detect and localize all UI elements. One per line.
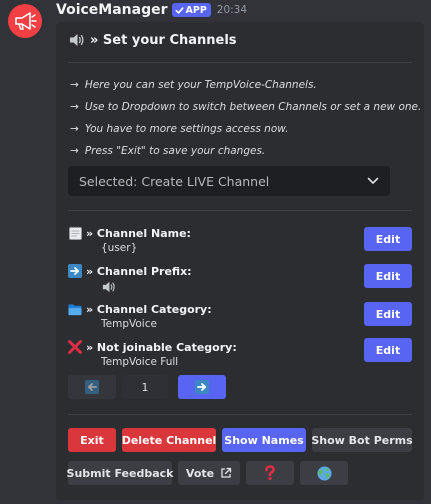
page-indicator: 1 xyxy=(122,375,168,399)
info-line: → Press "Exit" to save your changes. xyxy=(70,145,266,157)
field-channel-category: » Channel Category: TempVoice xyxy=(68,302,212,330)
vote-label: Vote xyxy=(185,466,215,480)
timestamp: 20:34 xyxy=(216,4,248,16)
next-page-button[interactable] xyxy=(178,375,226,399)
divider xyxy=(68,210,412,211)
right-arrow-icon xyxy=(195,380,209,394)
field-name-label: » Channel Prefix: xyxy=(86,264,192,278)
field-channel-prefix: » Channel Prefix: xyxy=(68,264,192,297)
dropdown-selected-value: Selected: Create LIVE Channel xyxy=(79,173,270,189)
arrow-icon: → xyxy=(70,123,79,135)
field-name-label: » Not joinable Category: xyxy=(86,340,237,354)
chevron-down-icon xyxy=(367,177,379,184)
notepad-icon xyxy=(68,226,82,240)
app-badge: APP xyxy=(171,3,211,17)
speaker-icon xyxy=(68,32,86,48)
field-name-label: » Channel Name: xyxy=(86,226,191,240)
folder-icon xyxy=(68,302,82,316)
info-line: → Use to Dropdown to switch between Chann… xyxy=(70,101,422,113)
right-arrow-emoji-icon xyxy=(68,264,82,278)
arrow-icon: → xyxy=(70,145,79,157)
speaker-icon xyxy=(102,281,115,293)
checkmark-icon xyxy=(175,6,184,14)
embed-title-text: » Set your Channels xyxy=(90,32,237,48)
help-button[interactable] xyxy=(246,461,294,485)
edit-channel-name-button[interactable]: Edit xyxy=(364,227,412,251)
show-names-button[interactable]: Show Names xyxy=(222,428,306,452)
left-arrow-icon xyxy=(85,380,99,394)
field-channel-name: » Channel Name: {user} xyxy=(68,226,191,254)
globe-icon xyxy=(316,465,332,481)
website-button[interactable] xyxy=(300,461,348,485)
vote-button[interactable]: Vote xyxy=(178,461,240,485)
question-mark-icon xyxy=(265,465,275,481)
delete-channel-button[interactable]: Delete Channel xyxy=(122,428,216,452)
field-value: TempVoice Full xyxy=(101,356,179,368)
embed-title: » Set your Channels xyxy=(68,32,237,48)
edit-channel-prefix-button[interactable]: Edit xyxy=(364,264,412,288)
arrow-icon: → xyxy=(70,79,79,91)
message-header: VoiceManager APP 20:34 xyxy=(56,1,247,19)
edit-not-joinable-category-button[interactable]: Edit xyxy=(364,338,412,362)
arrow-icon: → xyxy=(70,101,79,113)
info-line: → Here you can set your TempVoice-Channel… xyxy=(70,79,317,91)
divider xyxy=(68,414,412,415)
embed-card: » Set your Channels → Here you can set yo… xyxy=(56,22,424,500)
external-link-icon xyxy=(221,467,232,478)
cross-mark-icon xyxy=(68,340,82,354)
exit-button[interactable]: Exit xyxy=(68,428,116,452)
field-value: TempVoice xyxy=(101,318,157,330)
username[interactable]: VoiceManager xyxy=(56,2,168,18)
previous-page-button[interactable] xyxy=(68,375,116,399)
show-bot-perms-button[interactable]: Show Bot Perms xyxy=(311,428,413,452)
app-badge-label: APP xyxy=(185,4,207,16)
info-line: → You have to more settings access now. xyxy=(70,123,289,135)
edit-channel-category-button[interactable]: Edit xyxy=(364,302,412,326)
bot-avatar[interactable] xyxy=(8,4,42,38)
field-not-joinable-category: » Not joinable Category: TempVoice Full xyxy=(68,340,237,368)
divider xyxy=(68,62,412,63)
channel-select-dropdown[interactable]: Selected: Create LIVE Channel xyxy=(68,166,390,196)
field-value: {user} xyxy=(101,242,138,254)
field-value xyxy=(101,280,192,297)
submit-feedback-button[interactable]: Submit Feedback xyxy=(67,461,173,485)
field-name-label: » Channel Category: xyxy=(86,302,212,316)
megaphone-icon xyxy=(15,12,37,30)
